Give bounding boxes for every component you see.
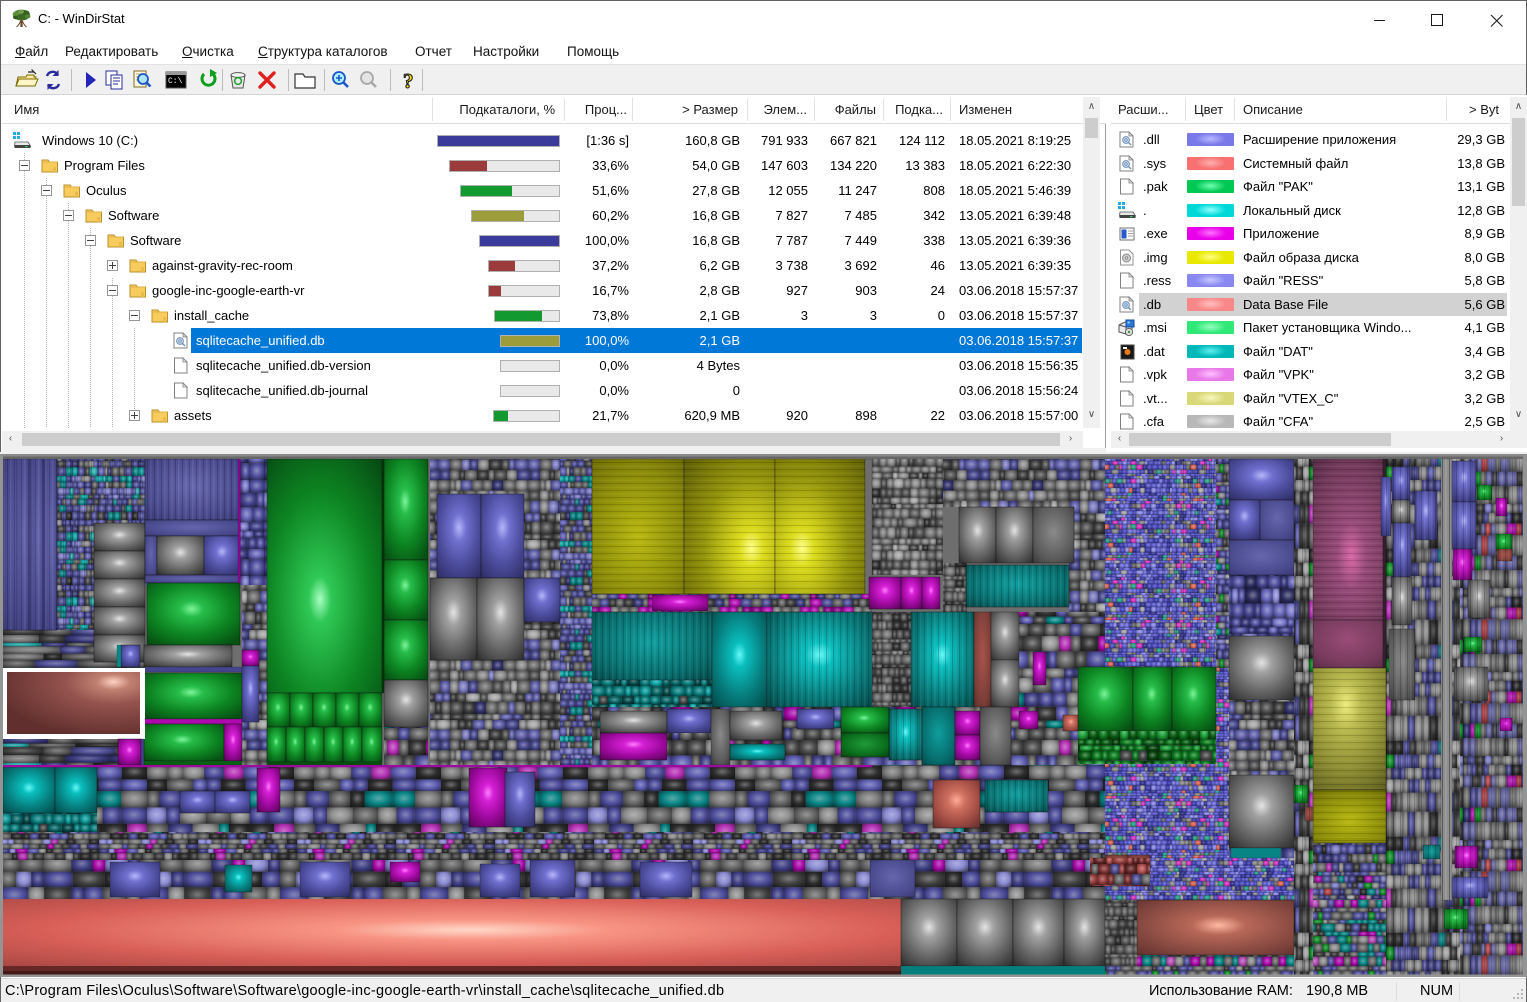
svg-text:?: ? <box>403 69 414 92</box>
svg-text:C:\: C:\ <box>168 77 183 86</box>
